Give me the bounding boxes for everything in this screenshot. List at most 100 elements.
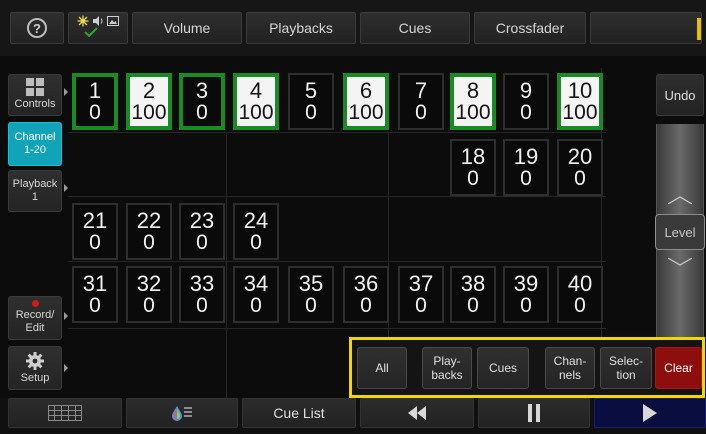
cue-list-button[interactable]: Cue List xyxy=(242,398,356,428)
channel-value: 0 xyxy=(89,230,101,254)
channel-value: 0 xyxy=(574,166,586,190)
tab-playbacks[interactable]: Playbacks xyxy=(246,12,356,44)
sidebar-item-label: Channel 1-20 xyxy=(14,131,56,156)
channel-number: 24 xyxy=(243,207,269,233)
channel-number: 22 xyxy=(136,207,162,233)
sidebar-item-setup[interactable]: Setup xyxy=(8,346,62,390)
channel-cell[interactable]: 23 0 xyxy=(179,203,225,260)
channel-cell[interactable]: 19 0 xyxy=(503,139,549,196)
channel-cell[interactable]: 18 0 xyxy=(450,139,496,196)
channel-cell[interactable]: 30 xyxy=(179,73,225,130)
undo-button[interactable]: Undo xyxy=(656,74,704,116)
tab-crossfader[interactable]: Crossfader xyxy=(474,12,586,44)
channel-number: 32 xyxy=(136,270,162,296)
channel-value: 0 xyxy=(574,293,586,317)
image-icon xyxy=(107,16,119,26)
channel-value: 0 xyxy=(196,230,208,254)
clear-button[interactable]: Clear xyxy=(655,347,702,389)
play-button[interactable] xyxy=(594,398,706,428)
channel-number: 3 xyxy=(195,77,209,103)
channel-cell[interactable]: 10 xyxy=(72,73,118,130)
channel-number: 6 xyxy=(359,77,373,103)
keypad-button[interactable] xyxy=(8,398,122,428)
channel-cell[interactable]: 50 xyxy=(288,73,334,130)
channel-cell[interactable]: 37 0 xyxy=(398,266,444,323)
selection-bar: All Play- backs Cues Chan- nels Selec- t… xyxy=(349,337,705,398)
channel-cell[interactable]: 22 0 xyxy=(126,203,172,260)
checkmark-icon xyxy=(84,27,98,37)
sidebar-item-controls[interactable]: Controls xyxy=(8,74,62,116)
chevron-up-icon xyxy=(668,196,692,204)
sidebar-item-playback[interactable]: Playback 1 xyxy=(8,170,62,212)
channel-cell[interactable]: 40 0 xyxy=(557,266,603,323)
tab-volume[interactable]: Volume xyxy=(132,12,242,44)
speaker-icon xyxy=(93,16,103,26)
rewind-button[interactable] xyxy=(360,398,474,428)
channel-number: 33 xyxy=(189,270,215,296)
channel-cell[interactable]: 32 0 xyxy=(126,266,172,323)
level-handle[interactable]: Level xyxy=(655,214,705,250)
sidebar-item-record-edit[interactable]: Record/ Edit xyxy=(8,296,62,340)
channel-cell[interactable]: 24 0 xyxy=(233,203,279,260)
play-icon xyxy=(643,404,657,422)
grid-icon xyxy=(26,78,44,96)
channel-value: 0 xyxy=(520,166,532,190)
channel-number: 21 xyxy=(82,207,108,233)
top-bar: ? Volume Playbacks Cues Crossfader xyxy=(0,0,706,56)
top-indicator-marker xyxy=(697,18,701,40)
channel-number: 20 xyxy=(567,143,593,169)
channel-cell[interactable]: 35 0 xyxy=(288,266,334,323)
channel-cell[interactable]: 36 0 xyxy=(343,266,389,323)
tab-cues[interactable]: Cues xyxy=(360,12,470,44)
channel-cell[interactable]: 90 xyxy=(503,73,549,130)
channel-number: 10 xyxy=(567,77,593,103)
channel-value: 0 xyxy=(89,293,101,317)
channel-cell[interactable]: 38 0 xyxy=(450,266,496,323)
channel-cell[interactable]: 31 0 xyxy=(72,266,118,323)
channel-cell[interactable]: 2 100 xyxy=(126,73,172,130)
color-effects-button[interactable] xyxy=(126,398,238,428)
channel-number: 36 xyxy=(353,270,379,296)
channel-cell[interactable]: 20 0 xyxy=(557,139,603,196)
sidebar-item-label: Record/ Edit xyxy=(15,309,55,334)
select-channels-button[interactable]: Chan- nels xyxy=(545,347,595,389)
channel-value: 0 xyxy=(467,293,479,317)
tab-blank[interactable] xyxy=(590,12,702,44)
channel-cell[interactable]: 39 0 xyxy=(503,266,549,323)
channel-value: 0 xyxy=(360,293,372,317)
channel-cell[interactable]: 6 100 xyxy=(343,73,389,130)
channel-cell[interactable]: 4 100 xyxy=(233,73,279,130)
channel-cell[interactable]: 33 0 xyxy=(179,266,225,323)
channel-cell[interactable]: 10 100 xyxy=(557,73,603,130)
select-all-button[interactable]: All xyxy=(357,347,407,389)
channel-value: 0 xyxy=(305,293,317,317)
channel-cell[interactable]: 34 0 xyxy=(233,266,279,323)
status-indicators[interactable] xyxy=(68,12,128,44)
channel-number: 18 xyxy=(460,143,486,169)
brightness-icon xyxy=(77,15,89,27)
channel-number: 39 xyxy=(513,270,539,296)
channel-number: 2 xyxy=(142,77,156,103)
select-cues-button[interactable]: Cues xyxy=(477,347,529,389)
channel-number: 8 xyxy=(466,77,480,103)
channel-value: 0 xyxy=(415,100,427,124)
select-playbacks-button[interactable]: Play- backs xyxy=(422,347,472,389)
sidebar-item-label: Controls xyxy=(14,98,56,110)
channel-number: 38 xyxy=(460,270,486,296)
channel-cell[interactable]: 70 xyxy=(398,73,444,130)
channel-cell[interactable]: 8 100 xyxy=(450,73,496,130)
channel-number: 19 xyxy=(513,143,539,169)
channel-value: 0 xyxy=(196,100,208,124)
sidebar-item-label: Setup xyxy=(20,372,50,384)
help-button[interactable]: ? xyxy=(10,12,64,44)
sidebar-item-channel[interactable]: Channel 1-20 xyxy=(8,122,62,166)
select-selection-button[interactable]: Selec- tion xyxy=(600,347,652,389)
channel-value: 100 xyxy=(562,100,598,124)
gear-icon xyxy=(26,352,44,370)
channel-cell[interactable]: 21 0 xyxy=(72,203,118,260)
channel-number: 4 xyxy=(249,77,263,103)
channel-number: 9 xyxy=(519,77,533,103)
pause-button[interactable] xyxy=(478,398,590,428)
channel-value: 0 xyxy=(467,166,479,190)
channel-value: 100 xyxy=(348,100,384,124)
